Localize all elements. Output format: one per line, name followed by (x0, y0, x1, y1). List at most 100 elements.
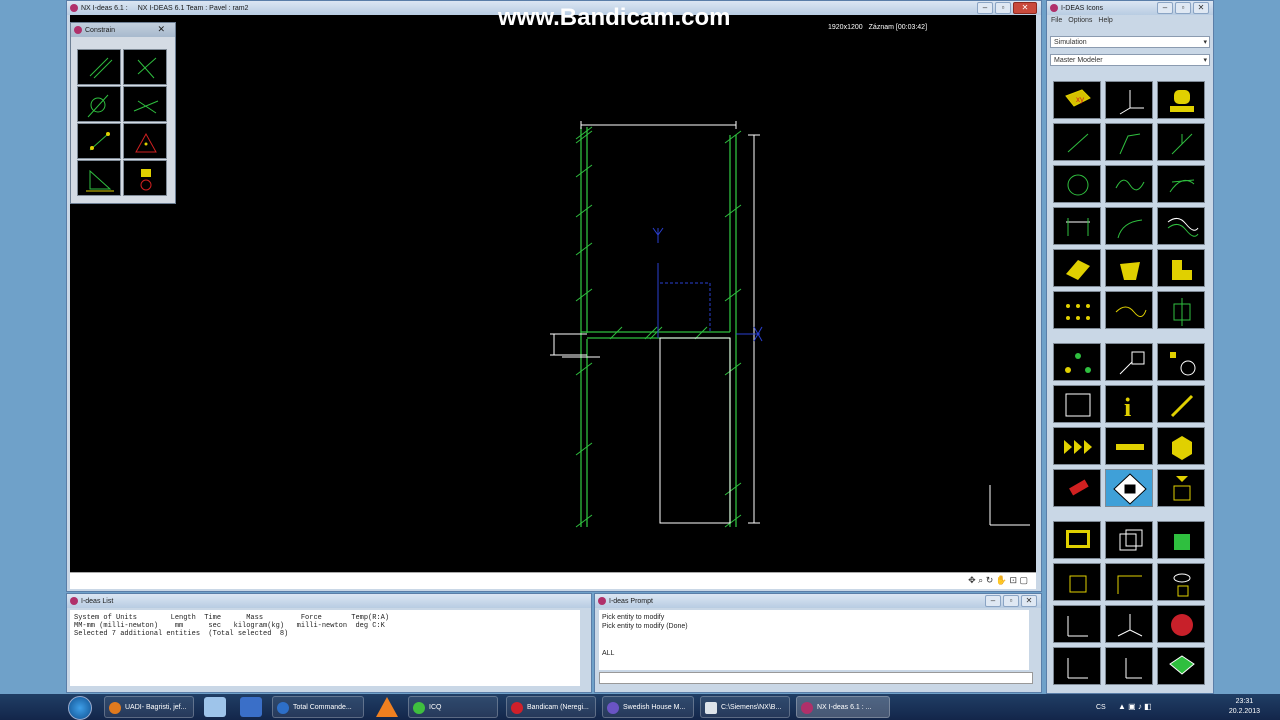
extrude-icon[interactable] (1053, 249, 1101, 287)
list-title-bar[interactable]: I-deas List (67, 594, 591, 608)
prompt-line: ALL (602, 650, 615, 657)
spline-icon[interactable] (1105, 165, 1153, 203)
dimension-icon[interactable] (1053, 207, 1101, 245)
resolution-label: 1920x1200 (828, 24, 863, 31)
angle-constraint-button[interactable] (123, 86, 167, 122)
task-select[interactable]: Simulation (1050, 36, 1210, 49)
taskbar-item-swedish-house[interactable]: Swedish House M... (602, 696, 694, 718)
coordinate-axes-icon[interactable] (1105, 81, 1153, 119)
prompt-output: Pick entity to modify Pick entity to mod… (599, 610, 1029, 670)
delete-icon[interactable] (1053, 469, 1101, 507)
display-icon[interactable] (1053, 521, 1101, 559)
prompt-minimize-button[interactable]: – (985, 595, 1001, 607)
fillet-icon[interactable] (1105, 207, 1153, 245)
list-title: I-deas List (81, 597, 114, 605)
brush-icon[interactable] (1157, 385, 1205, 423)
tangent-constraint-button[interactable] (77, 86, 121, 122)
start-button[interactable] (68, 696, 92, 720)
explorer-icon[interactable] (204, 697, 226, 717)
pattern-icon[interactable] (1053, 291, 1101, 329)
wireframe-box-icon[interactable] (1105, 521, 1153, 559)
info-icon[interactable]: i (1105, 385, 1153, 423)
recording-info: 1920x1200 Záznam [00:03:42] (828, 24, 927, 31)
sweep-icon[interactable] (1105, 291, 1153, 329)
stamp-icon[interactable] (1157, 81, 1205, 119)
stop-icon[interactable] (1157, 605, 1205, 643)
parallel-constraint-button[interactable] (77, 49, 121, 85)
tray-icons[interactable]: ▲ ▣ ♪ ◧ (1118, 702, 1152, 711)
section-icon[interactable] (1105, 563, 1153, 601)
minimize-button[interactable]: – (977, 2, 993, 14)
corner-icon[interactable] (1157, 123, 1205, 161)
language-indicator[interactable]: CS (1096, 704, 1106, 711)
workplane-icon[interactable]: xy (1053, 81, 1101, 119)
triangle-constraint-button[interactable] (123, 123, 167, 159)
revolve-icon[interactable] (1105, 249, 1153, 287)
prompt-line (602, 640, 1026, 649)
icons-minimize-button[interactable]: – (1157, 2, 1173, 14)
icons-close-button[interactable]: ✕ (1193, 2, 1209, 14)
polyline-icon[interactable] (1105, 123, 1153, 161)
drawing-svg (550, 121, 1030, 528)
view-top-icon[interactable] (1053, 647, 1101, 685)
part-icon[interactable] (1157, 427, 1205, 465)
fix-constraint-button[interactable] (123, 160, 167, 196)
view-icon-group (1053, 521, 1207, 685)
taskbar-item-icq[interactable]: ICQ (408, 696, 498, 718)
prompt-maximize-button[interactable]: ▫ (1003, 595, 1019, 607)
line-icon[interactable] (1053, 123, 1101, 161)
taskbar-item-bandicam[interactable]: Bandicam (Neregi... (506, 696, 596, 718)
dimension-constraint-button[interactable] (77, 123, 121, 159)
clock[interactable]: 23:31 20.2.2013 (1229, 697, 1260, 717)
taskbar-item-total-commander[interactable]: Total Commande... (272, 696, 364, 718)
prompt-close-button[interactable]: ✕ (1021, 595, 1037, 607)
menu-help[interactable]: Help (1098, 17, 1112, 29)
navigate-icon[interactable] (1105, 469, 1153, 507)
offset-icon[interactable] (1157, 207, 1205, 245)
perpendicular-constraint-button[interactable] (123, 49, 167, 85)
constrain-close-button[interactable]: ✕ (157, 24, 165, 35)
split-icon[interactable] (1157, 291, 1205, 329)
cut-icon[interactable] (1157, 249, 1205, 287)
taskbar-label: Total Commande... (293, 704, 352, 711)
icons-maximize-button[interactable]: ▫ (1175, 2, 1191, 14)
modify-icon[interactable] (1157, 343, 1205, 381)
fast-forward-icon[interactable] (1053, 427, 1101, 465)
prompt-title-bar[interactable]: I-deas Prompt – ▫ ✕ (595, 594, 1041, 608)
bin-icon[interactable] (1157, 469, 1205, 507)
graphics-canvas[interactable] (70, 15, 1036, 572)
shaded-view-icon[interactable] (1157, 647, 1205, 685)
move-icon[interactable] (1105, 343, 1153, 381)
taskbar-item-firefox[interactable]: UADI- Bagristi, jef... (104, 696, 194, 718)
taskbar-item-siemens-folder[interactable]: C:\Siemens\NX\B... (700, 696, 790, 718)
icons-title-bar[interactable]: I-DEAS Icons – ▫ ✕ (1047, 1, 1213, 15)
application-select[interactable]: Master Modeler (1050, 54, 1210, 67)
connect-icon[interactable] (1053, 343, 1101, 381)
media-player-icon[interactable] (240, 697, 262, 717)
close-button[interactable]: ✕ (1013, 2, 1037, 14)
maximize-button[interactable]: ▫ (995, 2, 1011, 14)
view-triad (989, 485, 1030, 526)
list-line: Selected 7 additional entities (Total se… (74, 630, 289, 638)
prompt-input[interactable] (599, 672, 1033, 684)
view-control-icons[interactable]: ✥ ⌕ ↻ ✋ ⊡ ▢ (968, 575, 1028, 586)
shaded-box-icon[interactable] (1157, 521, 1205, 559)
constrain-palette: Constrain ✕ (70, 22, 176, 204)
view-iso-icon[interactable] (1105, 605, 1153, 643)
measure-icon[interactable] (1105, 427, 1153, 465)
trim-icon[interactable] (1157, 165, 1205, 203)
workplane-axes (652, 227, 763, 342)
ground-constraint-button[interactable] (77, 160, 121, 196)
sketch-plane-icon[interactable] (1053, 385, 1101, 423)
eye-icon[interactable] (1157, 563, 1205, 601)
menu-file[interactable]: File (1051, 17, 1062, 29)
circle-icon[interactable] (1053, 165, 1101, 203)
list-output: System of Units Length Time Mass Force T… (70, 610, 580, 686)
view-front-icon[interactable] (1053, 605, 1101, 643)
menu-options[interactable]: Options (1068, 17, 1092, 29)
view-box-icon[interactable] (1053, 563, 1101, 601)
taskbar-item-ideas[interactable]: NX I-deas 6.1 : ... (796, 696, 890, 718)
prompt-line: Pick entity to modify (Done) (602, 623, 688, 630)
constrain-title-bar[interactable]: Constrain ✕ (71, 23, 175, 37)
view-right-icon[interactable] (1105, 647, 1153, 685)
